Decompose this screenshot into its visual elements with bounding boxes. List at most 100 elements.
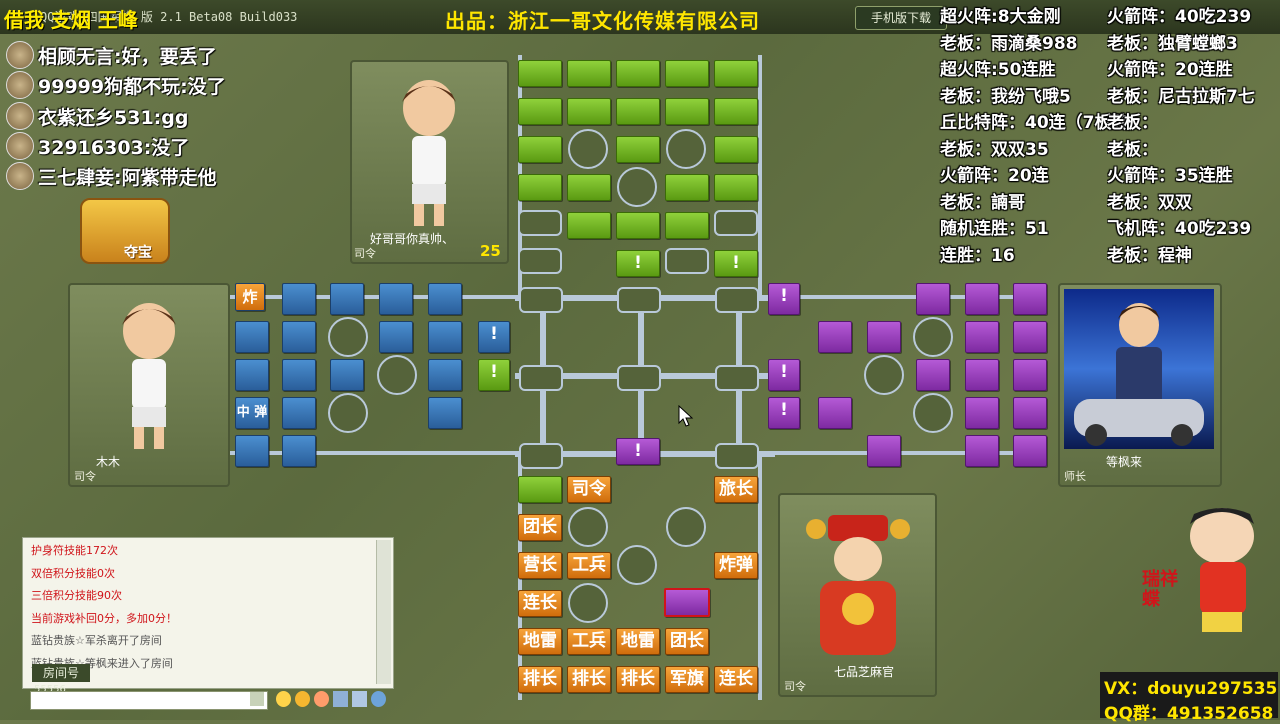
- board-station[interactable]: [715, 287, 759, 313]
- board-station[interactable]: [714, 210, 758, 236]
- green-piece[interactable]: [665, 98, 709, 125]
- purple-piece[interactable]: [965, 435, 999, 467]
- orange-piece[interactable]: 工兵: [567, 628, 611, 655]
- green-piece-marked[interactable]: !: [714, 250, 758, 277]
- orange-piece[interactable]: 工兵: [567, 552, 611, 579]
- green-piece-marked[interactable]: !: [478, 359, 510, 391]
- board-station[interactable]: [617, 287, 661, 313]
- orange-piece[interactable]: 连长: [518, 590, 562, 617]
- purple-piece[interactable]: [1013, 435, 1047, 467]
- board-station[interactable]: [518, 210, 562, 236]
- green-piece-marked[interactable]: !: [616, 250, 660, 277]
- green-piece[interactable]: [518, 60, 562, 87]
- purple-piece-marked[interactable]: !: [768, 359, 800, 391]
- green-piece[interactable]: [616, 212, 660, 239]
- purple-piece[interactable]: [1013, 397, 1047, 429]
- blue-piece[interactable]: [235, 435, 269, 467]
- blue-piece[interactable]: [379, 283, 413, 315]
- orange-piece[interactable]: 排长: [567, 666, 611, 693]
- purple-piece[interactable]: [916, 283, 950, 315]
- green-piece[interactable]: [567, 174, 611, 201]
- board-camp[interactable]: [864, 355, 904, 395]
- purple-piece[interactable]: [916, 359, 950, 391]
- orange-piece[interactable]: 连长: [714, 666, 758, 693]
- blue-piece[interactable]: [282, 283, 316, 315]
- blue-piece[interactable]: [282, 359, 316, 391]
- mobile-download-button[interactable]: 手机版下载: [855, 6, 947, 30]
- orange-piece[interactable]: 团长: [665, 628, 709, 655]
- orange-piece[interactable]: 地雷: [518, 628, 562, 655]
- board-camp[interactable]: [568, 583, 608, 623]
- green-piece[interactable]: [616, 60, 660, 87]
- dropdown-arrow-icon[interactable]: [250, 692, 264, 706]
- green-piece[interactable]: [714, 136, 758, 163]
- green-piece[interactable]: [518, 476, 562, 503]
- purple-piece[interactable]: [1013, 283, 1047, 315]
- board-station[interactable]: [715, 365, 759, 391]
- purple-piece[interactable]: [965, 283, 999, 315]
- tool-icon[interactable]: [352, 691, 367, 707]
- green-piece[interactable]: [567, 212, 611, 239]
- blue-piece[interactable]: [428, 321, 462, 353]
- board-camp[interactable]: [913, 393, 953, 433]
- orange-piece[interactable]: 团长: [518, 514, 562, 541]
- purple-piece[interactable]: [818, 321, 852, 353]
- orange-piece[interactable]: 旅长: [714, 476, 758, 503]
- blue-piece[interactable]: [428, 283, 462, 315]
- green-piece[interactable]: [714, 98, 758, 125]
- green-piece[interactable]: [665, 60, 709, 87]
- green-piece[interactable]: [714, 174, 758, 201]
- blue-piece[interactable]: [330, 359, 364, 391]
- board-camp[interactable]: [568, 129, 608, 169]
- blue-piece[interactable]: [379, 321, 413, 353]
- bomb-label[interactable]: 炸: [235, 283, 265, 311]
- purple-piece[interactable]: [965, 321, 999, 353]
- blue-piece[interactable]: [282, 397, 316, 429]
- green-piece[interactable]: [665, 212, 709, 239]
- board-camp[interactable]: [328, 317, 368, 357]
- board-camp[interactable]: [666, 507, 706, 547]
- green-piece[interactable]: [518, 98, 562, 125]
- blue-piece[interactable]: [428, 397, 462, 429]
- green-piece[interactable]: [616, 98, 660, 125]
- board-station[interactable]: [715, 443, 759, 469]
- orange-piece[interactable]: 排长: [518, 666, 562, 693]
- orange-piece[interactable]: 炸弹: [714, 552, 758, 579]
- purple-piece[interactable]: [1013, 359, 1047, 391]
- purple-piece-marked[interactable]: !: [616, 438, 660, 465]
- player-card-right[interactable]: 等枫来 师长: [1058, 283, 1222, 487]
- board-station[interactable]: [519, 287, 563, 313]
- message-scrollbar[interactable]: [376, 540, 391, 684]
- purple-piece[interactable]: [867, 435, 901, 467]
- green-piece[interactable]: [714, 60, 758, 87]
- blue-piece[interactable]: [428, 359, 462, 391]
- purple-piece[interactable]: [818, 397, 852, 429]
- orange-piece[interactable]: 军旗: [665, 666, 709, 693]
- board-camp[interactable]: [377, 355, 417, 395]
- emoji-icon[interactable]: [276, 691, 291, 707]
- player-card-left[interactable]: 木木 司令: [68, 283, 230, 487]
- blue-piece[interactable]: [282, 435, 316, 467]
- orange-piece[interactable]: 地雷: [616, 628, 660, 655]
- green-piece[interactable]: [567, 60, 611, 87]
- board-camp[interactable]: [328, 393, 368, 433]
- board-camp[interactable]: [666, 129, 706, 169]
- board-station[interactable]: [665, 248, 709, 274]
- selected-purple-piece[interactable]: [664, 588, 710, 617]
- board-camp[interactable]: [913, 317, 953, 357]
- orange-piece[interactable]: 排长: [616, 666, 660, 693]
- speaker-icon[interactable]: [333, 691, 348, 707]
- blue-piece[interactable]: [235, 359, 269, 391]
- board-camp[interactable]: [568, 507, 608, 547]
- blue-piece[interactable]: [235, 321, 269, 353]
- green-piece[interactable]: [665, 174, 709, 201]
- green-piece[interactable]: [518, 136, 562, 163]
- orange-piece[interactable]: 营长: [518, 552, 562, 579]
- smile-icon[interactable]: [295, 691, 310, 707]
- settings-icon[interactable]: [371, 691, 386, 707]
- face-icon[interactable]: [314, 691, 329, 707]
- board-station[interactable]: [519, 443, 563, 469]
- purple-piece[interactable]: [965, 397, 999, 429]
- blue-piece-marked[interactable]: !: [478, 321, 510, 353]
- blue-piece[interactable]: [282, 321, 316, 353]
